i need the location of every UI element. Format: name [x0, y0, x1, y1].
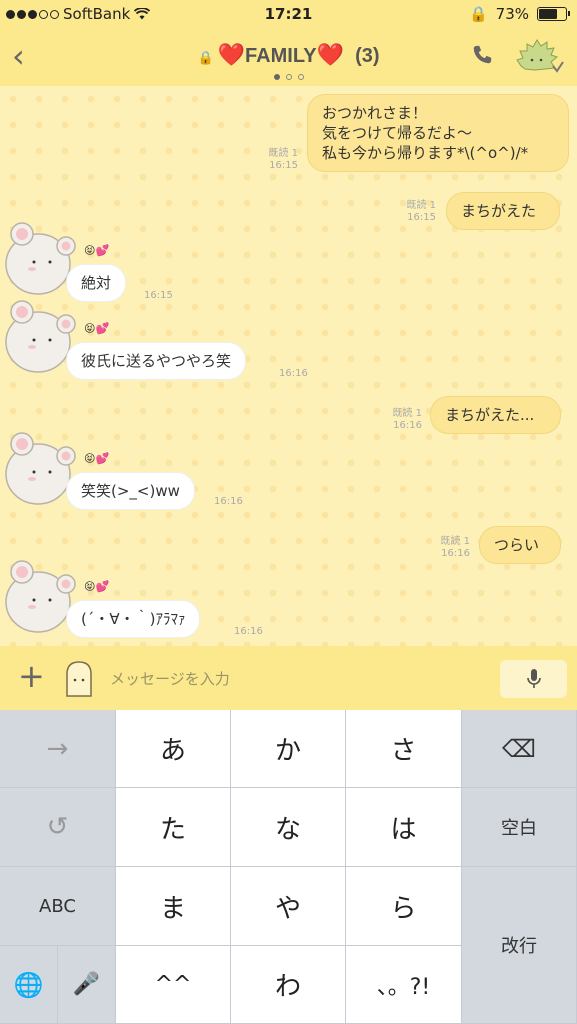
lock-icon: 🔒	[197, 50, 214, 65]
heart-icon: ❤️	[316, 42, 344, 67]
message-list[interactable]: 既読 1 16:15 おつかれさま！ 気をつけて帰るだよ〜 私も今から帰ります*\…	[0, 86, 577, 646]
orientation-lock-icon: 🔒	[468, 5, 488, 23]
page-indicator	[0, 74, 577, 80]
japanese-keyboard: → あ か さ ⌫ ↺ た な は 空白 ABC ま や ら 改行 🌐 🎤 ^^…	[0, 710, 577, 1024]
globe-icon[interactable]: 🌐	[0, 946, 58, 1024]
key-ta[interactable]: た	[116, 788, 231, 867]
emoji-reaction: 😝💕	[84, 244, 110, 257]
emoji-reaction: 😝💕	[84, 322, 110, 335]
message-meta: 既読 1 16:15	[406, 200, 436, 223]
key-ya[interactable]: や	[231, 867, 346, 946]
message-time: 16:16	[234, 626, 263, 637]
mic-icon	[526, 669, 541, 688]
space-key[interactable]: 空白	[462, 788, 577, 867]
undo-icon[interactable]: ↺	[0, 788, 116, 867]
battery-percent: 73%	[495, 5, 529, 23]
next-candidate-key[interactable]: →	[0, 710, 116, 788]
key-ra[interactable]: ら	[346, 867, 462, 946]
return-key[interactable]: 改行	[462, 867, 577, 1024]
incoming-message[interactable]: 笑笑(>_<)ww	[66, 472, 195, 510]
message-meta: 既読 1 16:16	[440, 536, 470, 559]
message-time: 16:16	[214, 496, 243, 507]
message-time: 16:16	[279, 368, 308, 379]
emoji-reaction: 😝💕	[84, 452, 110, 465]
key-ma[interactable]: ま	[116, 867, 231, 946]
emoji-reaction: 😝💕	[84, 580, 110, 593]
group-name: FAMILY	[245, 45, 317, 67]
voice-input-button[interactable]	[500, 660, 567, 698]
sticker-icon[interactable]	[62, 660, 96, 698]
message-input[interactable]: メッセージを入力	[110, 668, 230, 689]
abc-key[interactable]: ABC	[0, 867, 116, 946]
message-time: 16:15	[144, 290, 173, 301]
message-input-bar: + メッセージを入力	[0, 646, 577, 710]
key-ka[interactable]: か	[231, 710, 346, 788]
incoming-message[interactable]: (´・∀・｀)ｱﾗﾏｧ	[66, 600, 201, 638]
incoming-message[interactable]: 絶対	[66, 264, 127, 302]
key-ha[interactable]: は	[346, 788, 462, 867]
status-right: 🔒 73%	[468, 5, 570, 23]
key-wa[interactable]: わ	[231, 946, 346, 1024]
outgoing-message[interactable]: つらい	[479, 526, 561, 564]
punctuation-key[interactable]: 、。?!	[346, 946, 462, 1024]
message-meta: 既読 1 16:15	[268, 148, 298, 171]
status-bar: SoftBank 17:21 🔒 73%	[0, 0, 577, 30]
battery-icon	[537, 7, 570, 21]
phone-icon[interactable]	[471, 44, 493, 72]
delete-icon[interactable]: ⌫	[462, 710, 577, 788]
incoming-message[interactable]: 彼氏に送るやつやろ笑	[66, 342, 247, 380]
key-a[interactable]: あ	[116, 710, 231, 788]
key-na[interactable]: な	[231, 788, 346, 867]
heart-icon: ❤️	[217, 42, 246, 67]
chat-header: ‹ 🔒 ❤️FAMILY❤️ (3)	[0, 30, 577, 86]
member-count: (3)	[355, 45, 380, 67]
outgoing-message[interactable]: まちがえた...	[430, 396, 561, 434]
group-avatar[interactable]	[515, 36, 565, 80]
message-meta: 既読 1 16:16	[392, 408, 422, 431]
outgoing-message[interactable]: おつかれさま！ 気をつけて帰るだよ〜 私も今から帰ります*\(^o^)/*	[307, 94, 569, 172]
outgoing-message[interactable]: まちがえた	[446, 192, 560, 230]
plus-icon[interactable]: +	[18, 660, 45, 692]
key-sa[interactable]: さ	[346, 710, 462, 788]
dictation-mic-icon[interactable]: 🎤	[58, 946, 116, 1024]
emoticon-key[interactable]: ^^	[116, 946, 231, 1024]
